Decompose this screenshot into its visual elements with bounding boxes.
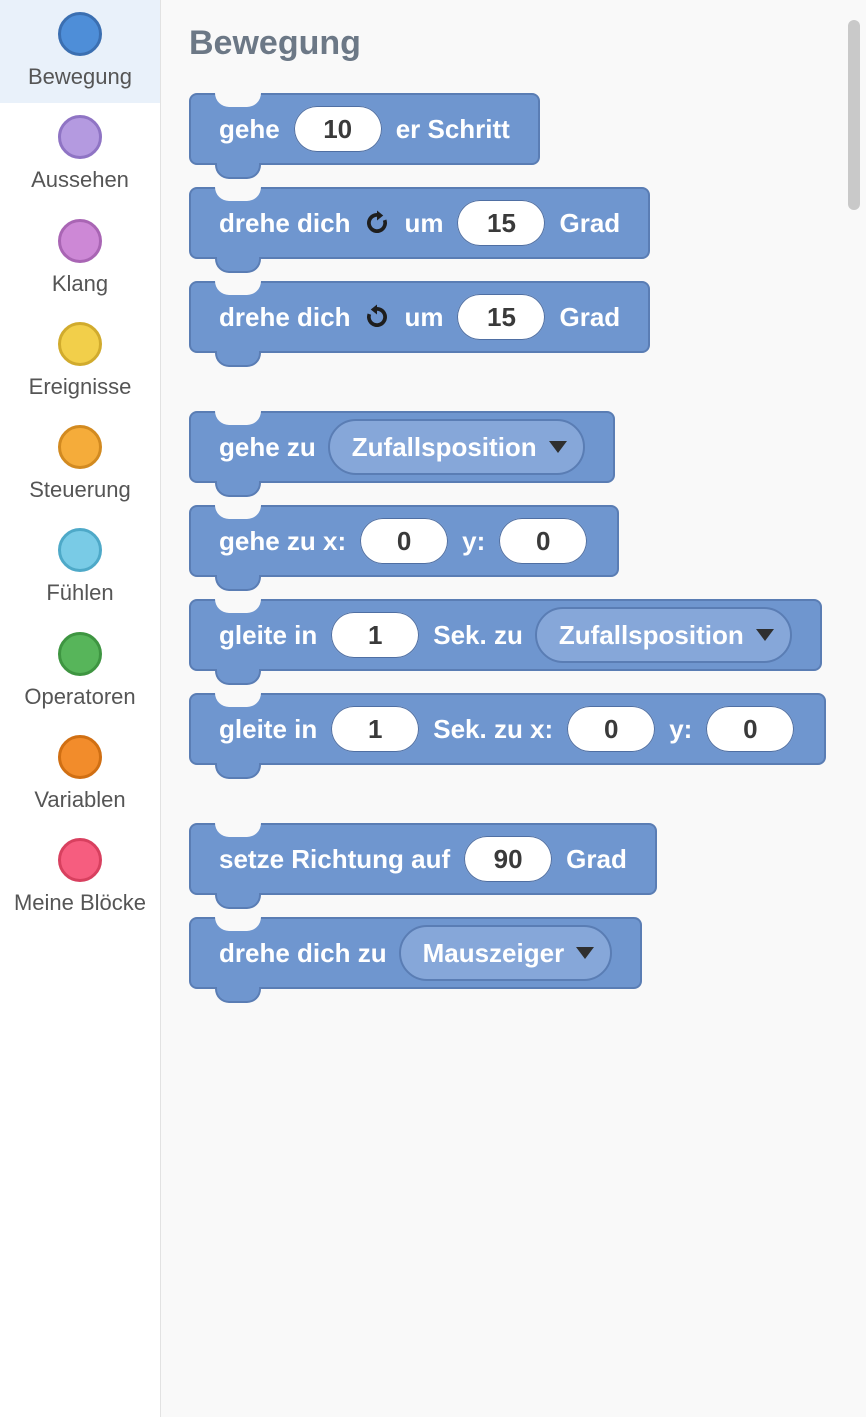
category-control[interactable]: Steuerung — [0, 413, 160, 516]
block-text: drehe dich — [219, 302, 350, 333]
block-text: gehe zu x: — [219, 526, 346, 557]
operators-icon — [58, 632, 102, 676]
block-text: Grad — [566, 844, 627, 875]
block-text: gleite in — [219, 620, 317, 651]
category-label: Ereignisse — [29, 374, 132, 399]
dropdown-label: Zufallsposition — [559, 620, 744, 651]
block-text: drehe dich — [219, 208, 350, 239]
sound-icon — [58, 219, 102, 263]
glide-target-dropdown[interactable]: Zufallsposition — [535, 607, 792, 663]
category-label: Klang — [52, 271, 108, 296]
category-label: Fühlen — [46, 580, 113, 605]
motion-icon — [58, 12, 102, 56]
category-label: Steuerung — [29, 477, 131, 502]
category-sidebar: Bewegung Aussehen Klang Ereignisse Steue… — [0, 0, 161, 1417]
secs-input[interactable]: 1 — [331, 612, 419, 658]
degrees-input[interactable]: 15 — [457, 294, 545, 340]
block-glide-xy[interactable]: gleite in 1 Sek. zu x: 0 y: 0 — [189, 693, 826, 765]
category-label: Aussehen — [31, 167, 129, 192]
palette-heading: Bewegung — [189, 24, 844, 63]
block-text: Sek. zu — [433, 620, 523, 651]
block-glide-menu[interactable]: gleite in 1 Sek. zu Zufallsposition — [189, 599, 822, 671]
block-text: gehe — [219, 114, 280, 145]
category-label: Variablen — [34, 787, 125, 812]
y-input[interactable]: 0 — [499, 518, 587, 564]
point-target-dropdown[interactable]: Mauszeiger — [399, 925, 613, 981]
category-sensing[interactable]: Fühlen — [0, 516, 160, 619]
block-text: y: — [669, 714, 692, 745]
block-text: gehe zu — [219, 432, 316, 463]
block-text: er Schritt — [396, 114, 510, 145]
variables-icon — [58, 735, 102, 779]
scrollbar[interactable] — [848, 20, 860, 210]
category-sound[interactable]: Klang — [0, 207, 160, 310]
dropdown-label: Mauszeiger — [423, 938, 565, 969]
dropdown-label: Zufallsposition — [352, 432, 537, 463]
block-palette[interactable]: Bewegung gehe 10 er Schritt drehe dich u… — [161, 0, 866, 1417]
block-turn-cw[interactable]: drehe dich um 15 Grad — [189, 187, 650, 259]
block-goto-xy[interactable]: gehe zu x: 0 y: 0 — [189, 505, 619, 577]
category-variables[interactable]: Variablen — [0, 723, 160, 826]
category-label: Meine Blöcke — [14, 890, 146, 915]
block-text: gleite in — [219, 714, 317, 745]
block-text: um — [404, 302, 443, 333]
control-icon — [58, 425, 102, 469]
secs-input[interactable]: 1 — [331, 706, 419, 752]
block-text: um — [404, 208, 443, 239]
block-point-direction[interactable]: setze Richtung auf 90 Grad — [189, 823, 657, 895]
rotate-cw-icon — [362, 208, 392, 238]
block-group-movement: gehe 10 er Schritt drehe dich um 15 Grad… — [189, 93, 844, 989]
block-text: Grad — [559, 302, 620, 333]
block-text: drehe dich zu — [219, 938, 387, 969]
chevron-down-icon — [576, 947, 594, 959]
degrees-input[interactable]: 15 — [457, 200, 545, 246]
category-label: Operatoren — [24, 684, 135, 709]
block-text: Sek. zu x: — [433, 714, 553, 745]
steps-input[interactable]: 10 — [294, 106, 382, 152]
category-label: Bewegung — [28, 64, 132, 89]
category-motion[interactable]: Bewegung — [0, 0, 160, 103]
scratch-block-palette: Bewegung Aussehen Klang Ereignisse Steue… — [0, 0, 866, 1417]
looks-icon — [58, 115, 102, 159]
block-goto-menu[interactable]: gehe zu Zufallsposition — [189, 411, 615, 483]
block-text: setze Richtung auf — [219, 844, 450, 875]
chevron-down-icon — [549, 441, 567, 453]
sensing-icon — [58, 528, 102, 572]
category-myblocks[interactable]: Meine Blöcke — [0, 826, 160, 929]
block-move-steps[interactable]: gehe 10 er Schritt — [189, 93, 540, 165]
goto-target-dropdown[interactable]: Zufallsposition — [328, 419, 585, 475]
block-turn-ccw[interactable]: drehe dich um 15 Grad — [189, 281, 650, 353]
y-input[interactable]: 0 — [706, 706, 794, 752]
chevron-down-icon — [756, 629, 774, 641]
events-icon — [58, 322, 102, 366]
category-operators[interactable]: Operatoren — [0, 620, 160, 723]
block-text: Grad — [559, 208, 620, 239]
category-events[interactable]: Ereignisse — [0, 310, 160, 413]
category-looks[interactable]: Aussehen — [0, 103, 160, 206]
block-point-towards[interactable]: drehe dich zu Mauszeiger — [189, 917, 642, 989]
x-input[interactable]: 0 — [567, 706, 655, 752]
myblocks-icon — [58, 838, 102, 882]
x-input[interactable]: 0 — [360, 518, 448, 564]
block-text: y: — [462, 526, 485, 557]
rotate-ccw-icon — [362, 302, 392, 332]
direction-input[interactable]: 90 — [464, 836, 552, 882]
